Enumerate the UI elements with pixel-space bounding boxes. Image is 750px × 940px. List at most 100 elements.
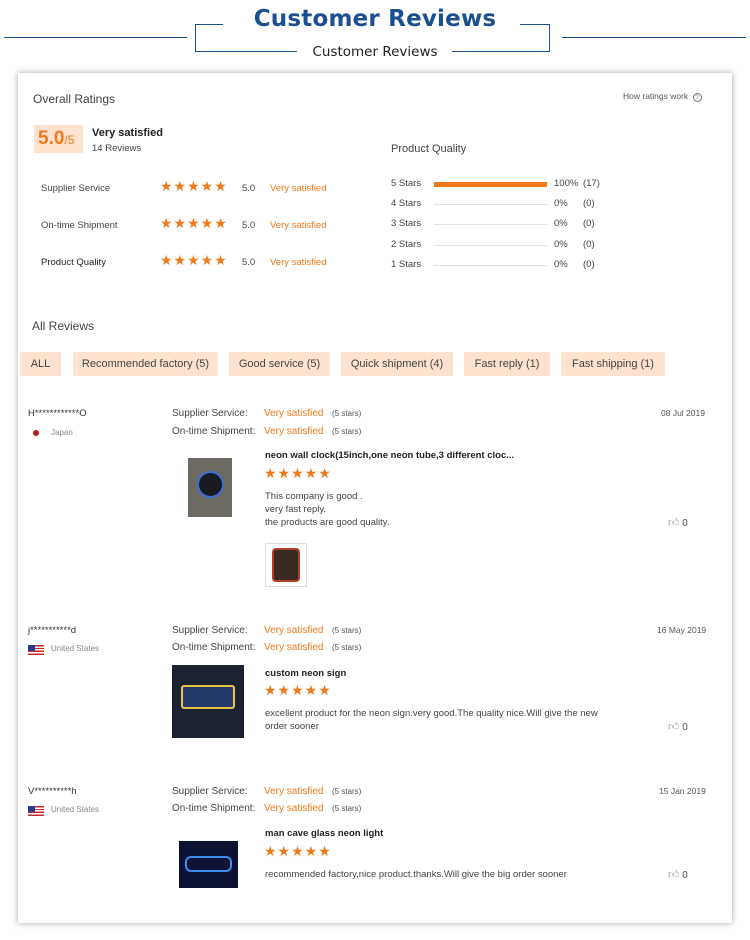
supplier-service-value: Very satisfied: [264, 408, 324, 419]
category-label: Very satisfied: [270, 257, 327, 268]
filter-fast-reply[interactable]: Fast reply (1): [464, 352, 550, 376]
quality-row-label: 4 Stars: [391, 198, 422, 209]
supplier-service-label: Supplier Service:: [172, 786, 248, 797]
page-subtitle: Customer Reviews: [312, 44, 438, 60]
how-ratings-work-link[interactable]: How ratings work ?: [623, 91, 702, 102]
filter-recommended-factory[interactable]: Recommended factory (5): [73, 352, 218, 376]
reviewer-country: United States: [51, 644, 100, 653]
on-time-shipment-stars: (5 stars): [332, 427, 362, 436]
like-count: 0: [682, 870, 688, 881]
quality-row-label: 2 Stars: [391, 239, 422, 250]
reviewer-name: H************O: [28, 408, 87, 419]
supplier-service-stars: (5 stars): [332, 626, 362, 635]
us-flag-icon: [28, 806, 44, 816]
us-flag-icon: [28, 645, 44, 655]
on-time-shipment-value: Very satisfied: [264, 642, 324, 653]
review-text-line: the products are good quality.: [265, 517, 390, 528]
overall-ratings-heading: Overall Ratings: [33, 92, 116, 106]
like-button[interactable]: 👍︎ 0: [668, 516, 688, 529]
quality-bar-track: [434, 224, 547, 225]
frame-top-left: [195, 24, 223, 25]
quality-row-label: 5 Stars: [391, 178, 422, 189]
review-text-line: excellent product for the neon sign.very…: [265, 708, 598, 719]
clock-image: [197, 471, 224, 498]
overall-score-badge: 5.0/5: [34, 125, 83, 153]
category-name: Product Quality: [41, 257, 106, 268]
filter-quick-shipment[interactable]: Quick shipment (4): [341, 352, 453, 376]
quality-bar-track: [434, 204, 547, 205]
category-label: Very satisfied: [270, 183, 327, 194]
star-rating: ★★★★★: [160, 179, 228, 195]
on-time-shipment-label: On-time Shipment:: [172, 642, 256, 653]
product-thumbnail[interactable]: [188, 458, 232, 517]
on-time-shipment-value: Very satisfied: [264, 803, 324, 814]
quality-row-count: (0): [583, 239, 595, 250]
thumbs-up-icon: 👍︎: [668, 869, 680, 881]
filter-good-service[interactable]: Good service (5): [229, 352, 330, 376]
frame-top-right: [520, 24, 550, 25]
help-icon: ?: [692, 93, 702, 102]
quality-row-percent: 0%: [554, 218, 568, 229]
review-date: 16 May 2019: [657, 625, 707, 635]
like-button[interactable]: 👍︎ 0: [668, 868, 688, 881]
photo-content: [272, 548, 300, 582]
all-reviews-heading: All Reviews: [32, 319, 95, 333]
quality-row-percent: 0%: [554, 198, 568, 209]
product-title[interactable]: man cave glass neon light: [265, 828, 383, 839]
supplier-service-stars: (5 stars): [332, 409, 362, 418]
supplier-service-value: Very satisfied: [264, 625, 324, 636]
reviewer-country: United States: [51, 805, 100, 814]
quality-row-count: (0): [583, 198, 595, 209]
reviews-card: Overall Ratings How ratings work ? 5.0/5…: [18, 73, 732, 923]
neon-light-image: [185, 856, 232, 872]
quality-row-percent: 0%: [554, 239, 568, 250]
reviewer-country: Japan: [51, 428, 73, 437]
quality-row-label: 1 Stars: [391, 259, 422, 270]
on-time-shipment-label: On-time Shipment:: [172, 426, 256, 437]
review-text-line: very fast reply.: [265, 504, 327, 515]
on-time-shipment-label: On-time Shipment:: [172, 803, 256, 814]
supplier-service-stars: (5 stars): [332, 787, 362, 796]
quality-row-label: 3 Stars: [391, 218, 422, 229]
quality-row-percent: 100%: [554, 178, 579, 189]
product-thumbnail[interactable]: [172, 665, 244, 738]
review-text-line: order sooner: [265, 721, 319, 732]
filter-fast-shipping[interactable]: Fast shipping (1): [561, 352, 665, 376]
quality-row-count: (0): [583, 259, 595, 270]
on-time-shipment-stars: (5 stars): [332, 804, 362, 813]
category-name: Supplier Service: [41, 183, 111, 194]
review-text-line: recommended factory,nice product.thanks.…: [265, 869, 567, 880]
review-text-line: This company is good .: [265, 491, 363, 502]
review-count: 14 Reviews: [92, 143, 142, 154]
page-title: Customer Reviews: [253, 6, 497, 32]
review-photo[interactable]: [265, 543, 307, 587]
japan-flag-icon: [33, 430, 39, 436]
review-stars: ★★★★★: [264, 466, 332, 482]
star-rating: ★★★★★: [160, 216, 228, 232]
review-date: 08 Jul 2019: [661, 408, 705, 418]
product-title[interactable]: neon wall clock(15inch,one neon tube,3 d…: [265, 450, 514, 461]
filter-all[interactable]: ALL: [20, 352, 61, 376]
reviewer-name: V**********h: [28, 786, 77, 797]
like-button[interactable]: 👍︎ 0: [668, 720, 688, 733]
product-thumbnail[interactable]: [179, 841, 238, 888]
overall-score: 5.0: [38, 128, 65, 149]
review-date: 15 Jan 2019: [659, 786, 706, 796]
how-ratings-work-label: How ratings work: [623, 91, 689, 101]
quality-row-count: (0): [583, 218, 595, 229]
left-rule: [4, 37, 187, 38]
review-stars: ★★★★★: [264, 844, 332, 860]
quality-bar-fill: [434, 182, 547, 187]
thumbs-up-icon: 👍︎: [668, 721, 680, 733]
supplier-service-label: Supplier Service:: [172, 408, 248, 419]
review-stars: ★★★★★: [264, 683, 332, 699]
like-count: 0: [682, 722, 688, 733]
product-title[interactable]: custom neon sign: [265, 668, 346, 679]
on-time-shipment-stars: (5 stars): [332, 643, 362, 652]
supplier-service-label: Supplier Service:: [172, 625, 248, 636]
reviewer-name: j***********d: [28, 625, 77, 636]
header-banner: Customer Reviews Customer Reviews: [0, 0, 750, 70]
quality-bar-track: [434, 265, 547, 266]
supplier-service-value: Very satisfied: [264, 786, 324, 797]
quality-bar-track: [434, 245, 547, 246]
